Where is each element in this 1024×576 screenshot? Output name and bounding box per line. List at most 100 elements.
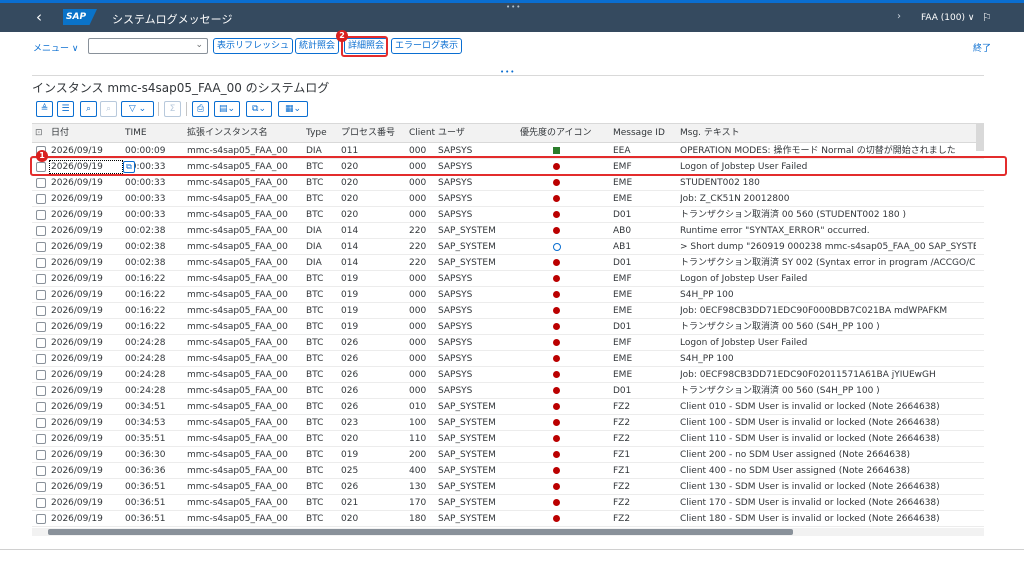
table-row[interactable]: 2026/09/19 00:00:33 mmc-s4sap05_FAA_00 BTC 0…	[32, 175, 984, 191]
error-dot-icon	[553, 227, 560, 234]
row-checkbox[interactable]	[36, 194, 46, 204]
priority-cell	[553, 255, 560, 271]
error-log-button[interactable]: エラーログ表示	[391, 38, 463, 54]
row-checkbox[interactable]	[36, 386, 46, 396]
table-row[interactable]: 2026/09/19 00:24:28 mmc-s4sap05_FAA_00 BTC 0…	[32, 335, 984, 351]
exit-button[interactable]: 終了	[973, 41, 991, 54]
table-cell: mmc-s4sap05_FAA_00	[187, 210, 288, 220]
column-header[interactable]: Type	[306, 124, 327, 143]
shell-grip-icon[interactable]: •••	[506, 3, 521, 11]
row-checkbox[interactable]	[36, 306, 46, 316]
table-cell: トランザクション取消済 SY 002 (Syntax error in prog…	[680, 258, 976, 268]
row-checkbox[interactable]	[36, 450, 46, 460]
row-checkbox[interactable]	[36, 354, 46, 364]
refresh-button[interactable]: 表示リフレッシュ	[213, 38, 294, 54]
statistics-button[interactable]: 統計照会	[295, 38, 340, 54]
table-row[interactable]: 2026/09/19 00:00:33 mmc-s4sap05_FAA_00 BTC 0…	[32, 191, 984, 207]
table-row[interactable]: 2026/09/19 00:16:22 mmc-s4sap05_FAA_00 BTC 0…	[32, 287, 984, 303]
table-cell: D01	[613, 210, 632, 220]
row-checkbox[interactable]	[36, 466, 46, 476]
row-checkbox[interactable]	[36, 178, 46, 188]
row-checkbox[interactable]	[36, 322, 46, 332]
column-header[interactable]: プロセス番号	[341, 124, 395, 143]
row-checkbox[interactable]	[36, 242, 46, 252]
table-row[interactable]: 2026/09/19 00:34:53 mmc-s4sap05_FAA_00 BTC 0…	[32, 415, 984, 431]
table-cell: 000	[409, 386, 427, 396]
table-row[interactable]: 2026/09/19 00:16:22 mmc-s4sap05_FAA_00 BTC 0…	[32, 319, 984, 335]
table-row[interactable]: 2026/09/19 00:36:30 mmc-s4sap05_FAA_00 BTC 0…	[32, 447, 984, 463]
table-cell: 00:34:51	[125, 402, 166, 412]
column-header[interactable]: 拡張インスタンス名	[187, 124, 268, 143]
table-cell: SAP_SYSTEM	[438, 498, 496, 508]
select-all-icon[interactable]: ≜	[36, 101, 53, 117]
views-icon[interactable]: ▤⌄	[214, 101, 240, 117]
column-header[interactable]: 優先度のアイコン	[520, 124, 592, 143]
table-row[interactable]: 2026/09/19 00:24:28 mmc-s4sap05_FAA_00 BTC 0…	[32, 383, 984, 399]
table-cell: 2026/09/19	[51, 178, 103, 188]
deselect-icon[interactable]: ☰	[57, 101, 74, 117]
table-row[interactable]: 2026/09/19 00:24:28 mmc-s4sap05_FAA_00 BTC 0…	[32, 351, 984, 367]
table-row[interactable]: 2026/09/19 00:16:22 mmc-s4sap05_FAA_00 BTC 0…	[32, 271, 984, 287]
table-row[interactable]: 2026/09/19 00:02:38 mmc-s4sap05_FAA_00 DIA 0…	[32, 239, 984, 255]
row-checkbox[interactable]	[36, 514, 46, 524]
table-cell: 014	[341, 242, 359, 252]
menu-button[interactable]: メニュー ∨	[33, 41, 78, 54]
row-checkbox[interactable]	[36, 402, 46, 412]
table-row[interactable]: 2026/09/19 00:36:51 mmc-s4sap05_FAA_00 BTC 0…	[32, 479, 984, 495]
search-icon[interactable]: ⌕	[80, 101, 97, 117]
table-cell: SAP_SYSTEM	[438, 402, 496, 412]
table-cell: mmc-s4sap05_FAA_00	[187, 514, 288, 524]
row-checkbox[interactable]	[36, 210, 46, 220]
row-checkbox[interactable]	[36, 290, 46, 300]
table-cell: Logon of Jobstep User Failed	[680, 338, 808, 348]
system-selector[interactable]: FAA (100) ∨	[921, 13, 974, 23]
error-dot-icon	[553, 387, 560, 394]
chevron-down-icon[interactable]: ⌄	[195, 40, 203, 50]
table-header: ⊡ 日付 TIME 拡張インスタンス名 Type プロセス番号 Client ユ…	[32, 124, 984, 143]
command-field[interactable]: ⌄	[88, 38, 208, 54]
table-row[interactable]: 2026/09/19 00:24:28 mmc-s4sap05_FAA_00 BTC 0…	[32, 367, 984, 383]
vertical-scrollbar[interactable]	[976, 123, 984, 151]
table-row[interactable]: 2026/09/19 00:02:38 mmc-s4sap05_FAA_00 DIA 0…	[32, 255, 984, 271]
print-icon[interactable]: ⎙	[192, 101, 209, 117]
row-checkbox[interactable]	[36, 434, 46, 444]
select-all-rows-icon[interactable]: ⊡	[35, 124, 43, 143]
table-row[interactable]: 2026/09/19 00:36:51 mmc-s4sap05_FAA_00 BTC 0…	[32, 495, 984, 511]
table-cell: SAP_SYSTEM	[438, 482, 496, 492]
back-button[interactable]: ‹	[36, 8, 42, 26]
row-checkbox[interactable]	[36, 258, 46, 268]
table-cell: Runtime error "SYNTAX_ERROR" occurred.	[680, 226, 870, 236]
table-cell: 130	[409, 482, 427, 492]
table-row[interactable]: 2026/09/19 00:16:22 mmc-s4sap05_FAA_00 BTC 0…	[32, 303, 984, 319]
column-header[interactable]: Message ID	[613, 124, 665, 143]
filter-icon[interactable]: ▽ ⌄	[121, 101, 154, 117]
table-row[interactable]: 2026/09/19 00:35:51 mmc-s4sap05_FAA_00 BTC 0…	[32, 431, 984, 447]
table-row[interactable]: 2026/09/19 00:36:36 mmc-s4sap05_FAA_00 BTC 0…	[32, 463, 984, 479]
table-cell: mmc-s4sap05_FAA_00	[187, 482, 288, 492]
export-icon[interactable]: ⧉⌄	[246, 101, 272, 117]
row-checkbox[interactable]	[36, 274, 46, 284]
table-row[interactable]: 2026/09/19 00:02:38 mmc-s4sap05_FAA_00 DIA 0…	[32, 223, 984, 239]
scrollbar-thumb[interactable]	[48, 529, 793, 535]
column-header[interactable]: TIME	[125, 124, 147, 143]
column-header[interactable]: Msg. テキスト	[680, 124, 740, 143]
flag-icon[interactable]: ⚐	[982, 11, 992, 24]
row-checkbox[interactable]	[36, 482, 46, 492]
horizontal-scrollbar[interactable]	[32, 528, 984, 536]
table-row[interactable]: 2026/09/19 00:00:33 mmc-s4sap05_FAA_00 BTC 0…	[32, 207, 984, 223]
row-checkbox[interactable]	[36, 370, 46, 380]
table-row[interactable]: 2026/09/19 00:34:51 mmc-s4sap05_FAA_00 BTC 0…	[32, 399, 984, 415]
detail-button-highlight	[341, 36, 388, 57]
column-header[interactable]: Client	[409, 124, 435, 143]
row-checkbox[interactable]	[36, 418, 46, 428]
column-header[interactable]: ユーザ	[438, 124, 465, 143]
table-cell: 2026/09/19	[51, 210, 103, 220]
row-checkbox[interactable]	[36, 226, 46, 236]
table-cell: 2026/09/19	[51, 226, 103, 236]
row-checkbox[interactable]	[36, 498, 46, 508]
table-row[interactable]: 2026/09/19 00:36:51 mmc-s4sap05_FAA_00 BTC 0…	[32, 511, 984, 527]
row-checkbox[interactable]	[36, 338, 46, 348]
column-header[interactable]: 日付	[51, 124, 69, 143]
layout-icon[interactable]: ▦⌄	[278, 101, 308, 117]
table-cell: 00:36:51	[125, 514, 166, 524]
